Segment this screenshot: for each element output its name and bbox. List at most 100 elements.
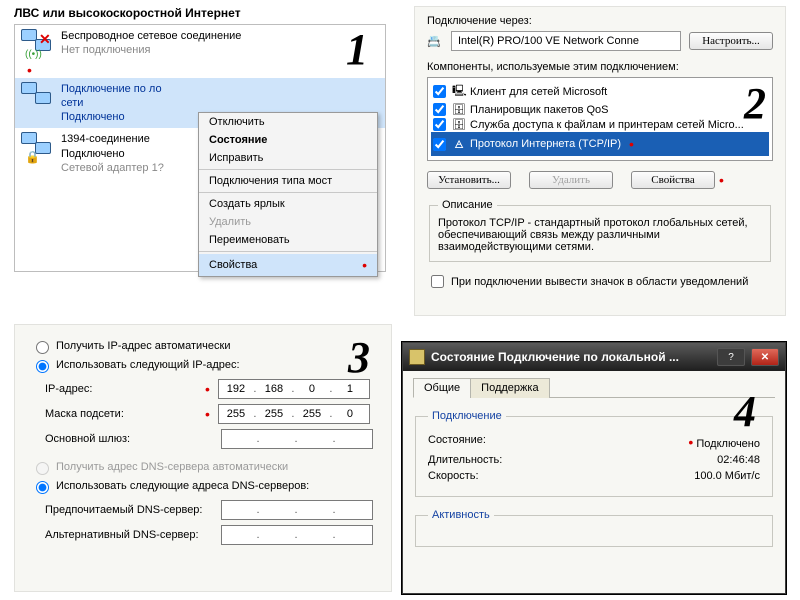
- ip-label: IP-адрес:: [45, 383, 205, 395]
- network-icon: 🔒: [21, 132, 53, 160]
- component-label: Клиент для сетей Microsoft: [470, 86, 607, 98]
- duration-label: Длительность:: [428, 454, 502, 466]
- menu-properties[interactable]: Свойства •: [199, 254, 377, 276]
- group-legend: Подключение: [428, 410, 506, 422]
- tab-general[interactable]: Общие: [413, 378, 471, 398]
- component-fileprint[interactable]: 🗄 Служба доступа к файлам и принтерам се…: [431, 117, 769, 132]
- adapter-name: Intel(R) PRO/100 VE Network Conne: [451, 31, 681, 51]
- panel-title: ЛВС или высокоскоростной Интернет: [14, 6, 386, 20]
- service-icon: 🗄: [452, 118, 466, 131]
- menu-repair[interactable]: Исправить: [199, 149, 377, 167]
- component-label: Служба доступа к файлам и принтерам сете…: [470, 119, 744, 131]
- menu-status[interactable]: Состояние: [199, 131, 377, 149]
- panel-connections: ЛВС или высокоскоростной Интернет ✕ ((•)…: [14, 6, 386, 288]
- notify-checkbox[interactable]: [431, 275, 444, 288]
- step-4: 4: [734, 386, 756, 437]
- components-label: Компоненты, используемые этим подключени…: [427, 61, 773, 73]
- marker-dot: •: [362, 257, 367, 273]
- component-label: Планировщик пакетов QoS: [470, 104, 609, 116]
- client-icon: 🖳: [452, 82, 466, 101]
- radio-manual-dns[interactable]: Использовать следующие адреса DNS-сервер…: [31, 478, 375, 494]
- wifi-icon: ((•)): [25, 49, 42, 60]
- connection-adapter: Сетевой адаптер 1?: [61, 161, 164, 175]
- mask-label: Маска подсети:: [45, 408, 205, 420]
- connection-name: Подключение по ло сети: [61, 82, 162, 111]
- group-activity: Активность: [415, 509, 773, 547]
- group-connection: Подключение Состояние: • Подключено Длит…: [415, 410, 773, 497]
- description-group: Описание Протокол TCP/IP - стандартный п…: [429, 199, 771, 262]
- adapter-icon: 📇: [427, 35, 443, 48]
- radio-label: Получить адрес DNS-сервера автоматически: [56, 461, 288, 473]
- dns1-input[interactable]: ...: [221, 500, 373, 520]
- marker-dot: •: [205, 381, 210, 397]
- radio-auto-ip[interactable]: Получить IP-адрес автоматически: [31, 338, 375, 354]
- network-icon: ✕ ((•)): [21, 29, 53, 57]
- gateway-input[interactable]: . . .: [221, 429, 373, 449]
- tab-support[interactable]: Поддержка: [470, 378, 549, 398]
- description-legend: Описание: [438, 199, 497, 211]
- dns2-input[interactable]: ...: [221, 525, 373, 545]
- description-text: Протокол TCP/IP - стандартный протокол г…: [438, 217, 762, 253]
- component-tcpip[interactable]: 🜁 Протокол Интернета (TCP/IP) •: [431, 132, 769, 156]
- connection-status: Подключено: [61, 147, 164, 161]
- component-qos[interactable]: 🗄 Планировщик пакетов QoS: [431, 102, 769, 117]
- connection-status: Нет подключения: [61, 43, 241, 57]
- help-button[interactable]: ?: [717, 348, 745, 366]
- marker-dot: •: [629, 136, 634, 152]
- radio-manual-ip[interactable]: Использовать следующий IP-адрес:: [31, 357, 375, 373]
- network-icon: [21, 82, 53, 110]
- mask-input[interactable]: 255. 255. 255. 0: [218, 404, 370, 424]
- step-2: 2: [744, 78, 766, 129]
- connection-name: Беспроводное сетевое соединение: [61, 29, 241, 43]
- menu-shortcut[interactable]: Создать ярлык: [199, 195, 377, 213]
- titlebar[interactable]: Состояние Подключение по локальной ... ?…: [403, 343, 785, 371]
- state-value: Подключено: [696, 438, 760, 450]
- marker-dot: •: [27, 62, 32, 78]
- menu-rename[interactable]: Переименовать: [199, 231, 377, 249]
- protocol-icon: 🜁: [452, 133, 466, 155]
- menu-delete: Удалить: [199, 213, 377, 231]
- tabstrip: Общие Поддержка: [413, 377, 775, 398]
- firewire-icon: 🔒: [25, 150, 40, 164]
- components-list[interactable]: 🖳 Клиент для сетей Microsoft 🗄 Планировщ…: [427, 77, 773, 161]
- context-menu: Отключить Состояние Исправить Подключени…: [198, 112, 378, 277]
- window-title: Состояние Подключение по локальной ...: [431, 350, 711, 364]
- remove-button: Удалить: [529, 171, 613, 189]
- marker-dot: •: [688, 434, 693, 450]
- window-icon: [409, 349, 425, 365]
- dns2-label: Альтернативный DNS-сервер:: [45, 529, 205, 541]
- speed-value: 100.0 Мбит/с: [694, 470, 760, 482]
- close-button[interactable]: ✕: [751, 348, 779, 366]
- group-legend: Активность: [428, 509, 494, 521]
- radio-label: Получить IP-адрес автоматически: [56, 340, 230, 352]
- window-connection-status: Состояние Подключение по локальной ... ?…: [402, 342, 786, 594]
- connection-wireless[interactable]: ✕ ((•)) Беспроводное сетевое соединение …: [15, 25, 385, 62]
- disconnected-icon: ✕: [39, 31, 51, 48]
- component-client[interactable]: 🖳 Клиент для сетей Microsoft: [431, 81, 769, 102]
- marker-dot: •: [205, 406, 210, 422]
- duration-value: 02:46:48: [717, 454, 760, 466]
- panel-connection-properties: Подключение через: 📇 Intel(R) PRO/100 VE…: [414, 6, 786, 316]
- component-checkbox[interactable]: [433, 103, 446, 116]
- menu-label: Свойства: [209, 259, 257, 271]
- menu-bridge[interactable]: Подключения типа мост: [199, 172, 377, 190]
- connect-via-label: Подключение через:: [427, 15, 773, 27]
- step-3: 3: [348, 332, 370, 383]
- component-checkbox[interactable]: [433, 118, 446, 131]
- service-icon: 🗄: [452, 103, 466, 116]
- properties-button[interactable]: Свойства: [631, 171, 715, 189]
- dns1-label: Предпочитаемый DNS-сервер:: [45, 504, 205, 516]
- component-label: Протокол Интернета (TCP/IP): [470, 138, 621, 150]
- marker-dot: •: [719, 172, 724, 188]
- state-label: Состояние:: [428, 434, 486, 450]
- install-button[interactable]: Установить...: [427, 171, 511, 189]
- radio-auto-dns: Получить адрес DNS-сервера автоматически: [31, 459, 375, 475]
- radio-label: Использовать следующий IP-адрес:: [56, 359, 240, 371]
- component-checkbox[interactable]: [433, 138, 446, 151]
- menu-disable[interactable]: Отключить: [199, 113, 377, 131]
- component-checkbox[interactable]: [433, 85, 446, 98]
- connection-status: Подключено: [61, 110, 162, 124]
- connection-name: 1394-соединение: [61, 132, 164, 146]
- radio-label: Использовать следующие адреса DNS-сервер…: [56, 480, 309, 492]
- configure-button[interactable]: Настроить...: [689, 32, 773, 50]
